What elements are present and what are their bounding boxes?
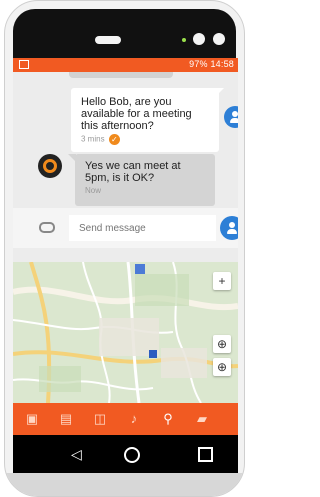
send-person-icon-body — [227, 229, 237, 234]
contact-logo-icon — [43, 159, 57, 173]
person-icon-head — [232, 111, 238, 117]
send-button[interactable] — [220, 216, 238, 240]
outgoing-message-text: Hello Bob, are you available for a meeti… — [81, 96, 192, 132]
send-person-icon-head — [229, 222, 235, 228]
attachment-toolbar: ▣ ▤ ◫ ♪ ⚲ ▰ — [13, 403, 238, 435]
my-avatar[interactable] — [224, 106, 238, 128]
outgoing-message[interactable]: Hello Bob, are you available for a meeti… — [71, 88, 219, 152]
outgoing-message-time: 3 mins — [81, 134, 105, 144]
earpiece-speaker — [95, 36, 121, 44]
notification-led — [182, 38, 186, 42]
search-zoom-button[interactable]: ⊕ — [213, 335, 231, 353]
recent-apps-icon[interactable] — [198, 447, 213, 462]
incoming-message-time: Now — [85, 186, 102, 195]
folder-icon[interactable]: ▰ — [193, 410, 211, 428]
phone-bottom-bezel — [5, 473, 244, 496]
sticker-icon[interactable]: ◫ — [91, 410, 109, 428]
microphone-icon[interactable]: ♪ — [125, 410, 143, 428]
search-zoom-button-secondary[interactable]: ⊕ — [213, 358, 231, 376]
person-icon-body — [230, 118, 238, 123]
map-view[interactable]: + ⊕ ⊕ — [13, 262, 238, 403]
location-icon[interactable]: ⚲ — [159, 410, 177, 428]
status-bar: 97% 14:58 — [13, 58, 238, 72]
zoom-in-button[interactable]: + — [213, 272, 231, 290]
attachment-icon[interactable] — [39, 222, 55, 233]
back-icon[interactable]: ◁ — [71, 446, 82, 463]
map-canvas[interactable] — [13, 262, 238, 403]
android-nav-bar: ◁ — [13, 435, 238, 475]
app-screen: 97% 14:58 Hello Bob, are you available f… — [13, 58, 238, 435]
image-icon[interactable]: ▤ — [57, 410, 75, 428]
battery-percent: 97% — [189, 59, 208, 69]
incoming-message[interactable]: Yes we can meet at 5pm, is it OK? Now — [75, 154, 215, 206]
contact-avatar[interactable] — [38, 154, 62, 178]
home-icon[interactable] — [124, 447, 140, 463]
camera-icon[interactable]: ▣ — [23, 410, 41, 428]
front-sensor — [213, 33, 225, 45]
outgoing-message-meta: 3 mins ✓ — [81, 134, 209, 145]
delivered-check-icon: ✓ — [108, 134, 120, 145]
status-icons: 97% 14:58 — [189, 59, 234, 69]
phone-frame: 97% 14:58 Hello Bob, are you available f… — [4, 0, 245, 497]
clock: 14:58 — [210, 59, 234, 69]
message-composer — [13, 208, 238, 248]
previous-message-edge — [69, 72, 173, 78]
incoming-message-text: Yes we can meet at 5pm, is it OK? — [85, 160, 181, 184]
phone-top-bezel — [13, 9, 236, 61]
front-camera — [193, 33, 205, 45]
message-input[interactable] — [69, 215, 216, 241]
notification-icon — [19, 60, 29, 69]
chat-thread[interactable]: Hello Bob, are you available for a meeti… — [13, 72, 238, 292]
